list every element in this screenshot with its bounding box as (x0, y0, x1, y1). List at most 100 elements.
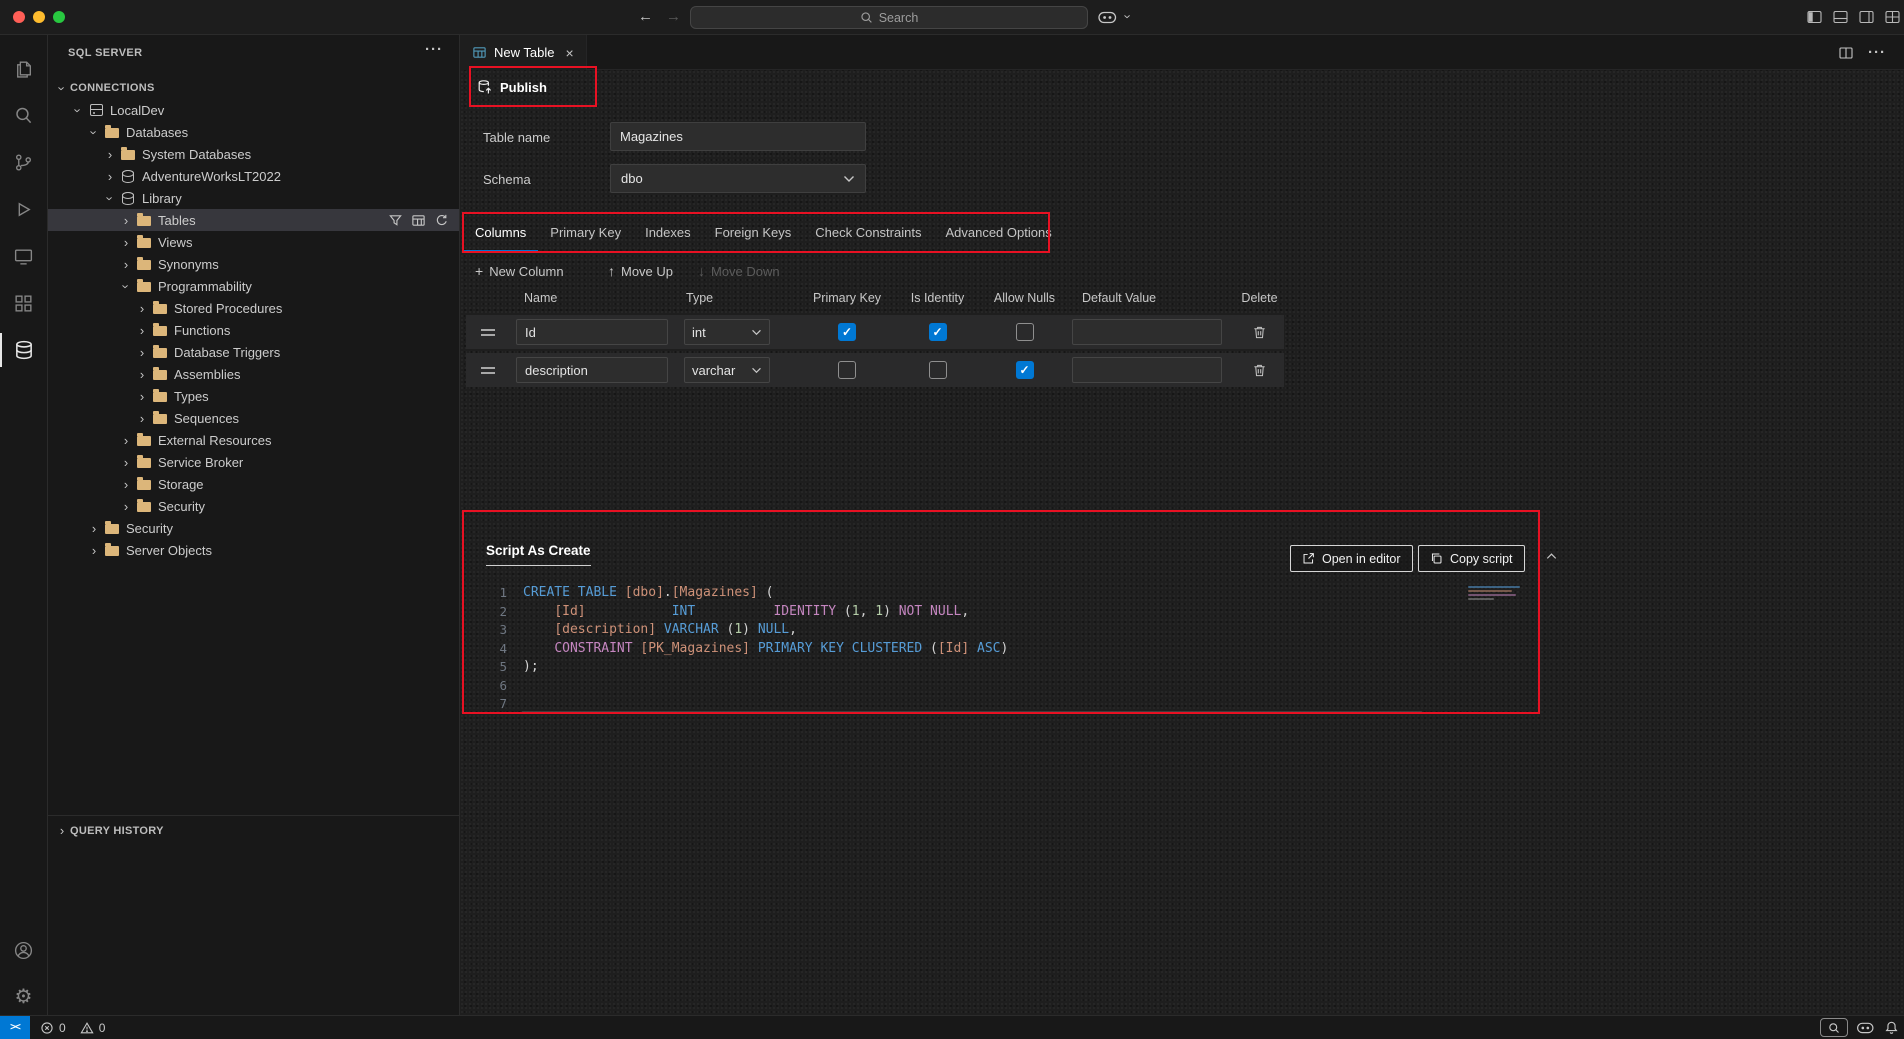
tree-item-security-db[interactable]: › Security (48, 495, 459, 517)
customize-layout-icon[interactable] (1884, 9, 1901, 25)
minimize-window-button[interactable] (33, 11, 45, 23)
sql-server-view-icon[interactable] (0, 330, 47, 370)
tree-item-library[interactable]: › Library (48, 187, 459, 209)
schema-dropdown[interactable]: dbo (610, 164, 866, 193)
tab-columns[interactable]: Columns (463, 215, 538, 252)
is-identity-checkbox[interactable]: ✓ (929, 361, 947, 379)
toggle-primary-sidebar-icon[interactable] (1806, 9, 1823, 25)
forward-icon[interactable]: → (666, 7, 681, 27)
minimap[interactable] (1468, 586, 1520, 600)
chevron-right-icon: › (134, 389, 150, 404)
tree-item-external-resources[interactable]: › External Resources (48, 429, 459, 451)
code-area[interactable]: 1CREATE TABLE [dbo].[Magazines] (2 [Id] … (485, 584, 1008, 714)
allow-nulls-checkbox[interactable]: ✓ (1016, 361, 1034, 379)
tree-item-adventureworks[interactable]: › AdventureWorksLT2022 (48, 165, 459, 187)
maximize-window-button[interactable] (53, 11, 65, 23)
tab-foreign-keys[interactable]: Foreign Keys (703, 215, 804, 252)
default-value-input[interactable] (1072, 357, 1222, 383)
allow-nulls-checkbox[interactable]: ✓ (1016, 323, 1034, 341)
chevron-up-icon[interactable] (1544, 549, 1559, 564)
tab-new-table[interactable]: New Table × (460, 35, 587, 70)
remote-indicator[interactable]: >< (0, 1016, 30, 1039)
tab-advanced-options[interactable]: Advanced Options (933, 215, 1063, 252)
tree-item-types[interactable]: › Types (48, 385, 459, 407)
notifications-button[interactable] (1884, 1016, 1899, 1039)
copy-script-button[interactable]: Copy script (1418, 545, 1525, 572)
run-debug-icon[interactable] (0, 189, 47, 229)
chevron-right-icon: › (102, 147, 118, 162)
tree-item-storage[interactable]: › Storage (48, 473, 459, 495)
tree-item-programmability[interactable]: › Programmability (48, 275, 459, 297)
copilot-icon (1098, 10, 1117, 24)
tree-item-functions[interactable]: › Functions (48, 319, 459, 341)
chevron-right-icon: › (134, 345, 150, 360)
tree-item-database-triggers[interactable]: › Database Triggers (48, 341, 459, 363)
open-in-editor-button[interactable]: Open in editor (1290, 545, 1413, 572)
tab-indexes[interactable]: Indexes (633, 215, 703, 252)
settings-gear-icon[interactable]: ⚙ (0, 977, 47, 1017)
new-table-icon[interactable] (411, 213, 426, 228)
check-icon: ✓ (842, 325, 852, 339)
toggle-secondary-sidebar-icon[interactable] (1858, 9, 1875, 25)
tree-item-service-broker[interactable]: › Service Broker (48, 451, 459, 473)
database-icon (120, 168, 136, 184)
primary-key-checkbox[interactable]: ✓ (838, 361, 856, 379)
tree-item-security-server[interactable]: › Security (48, 517, 459, 539)
move-up-button[interactable]: ↑ Move Up (608, 259, 673, 283)
close-tab-icon[interactable]: × (565, 45, 573, 61)
copilot-menu[interactable]: › (1098, 9, 1136, 24)
filter-icon[interactable] (388, 213, 403, 228)
tree-item-tables[interactable]: › Tables (48, 209, 459, 231)
tree-item-synonyms[interactable]: › Synonyms (48, 253, 459, 275)
drag-handle[interactable] (466, 367, 510, 374)
script-as-create-tab[interactable]: Script As Create (486, 543, 591, 566)
tree-item-connections[interactable]: › CONNECTIONS (48, 77, 459, 99)
tree-item-assemblies[interactable]: › Assemblies (48, 363, 459, 385)
move-down-button[interactable]: ↓ Move Down (698, 259, 780, 283)
remote-explorer-icon[interactable] (0, 236, 47, 276)
tree-item-server-objects[interactable]: › Server Objects (48, 539, 459, 561)
publish-button[interactable]: Publish (477, 74, 547, 100)
close-window-button[interactable] (13, 11, 25, 23)
chevron-down-icon: › (1121, 9, 1136, 25)
back-icon[interactable]: ← (638, 7, 653, 27)
refresh-icon[interactable] (434, 213, 449, 228)
explorer-icon[interactable] (0, 48, 47, 88)
query-history-section[interactable]: › QUERY HISTORY (48, 815, 459, 845)
delete-row-button[interactable] (1235, 363, 1284, 378)
tab-check-constraints[interactable]: Check Constraints (803, 215, 933, 252)
check-icon: ✓ (1019, 363, 1029, 377)
split-editor-icon[interactable] (1838, 45, 1854, 61)
column-type-dropdown[interactable]: int (684, 319, 770, 345)
default-value-input[interactable] (1072, 319, 1222, 345)
source-control-icon[interactable] (0, 142, 47, 182)
check-icon: ✓ (932, 325, 942, 339)
tree-item-stored-procedures[interactable]: › Stored Procedures (48, 297, 459, 319)
account-icon[interactable] (0, 930, 47, 970)
problems-status[interactable]: 0 0 (40, 1016, 105, 1039)
sidebar-more-actions-icon[interactable]: ··· (425, 41, 443, 58)
publish-icon (477, 79, 493, 95)
zoom-status-button[interactable] (1820, 1016, 1848, 1039)
table-name-input[interactable] (610, 122, 866, 151)
tree-item-system-databases[interactable]: › System Databases (48, 143, 459, 165)
column-name-input[interactable] (516, 357, 668, 383)
tree-item-sequences[interactable]: › Sequences (48, 407, 459, 429)
tree-item-databases[interactable]: › Databases (48, 121, 459, 143)
search-view-icon[interactable] (0, 95, 47, 135)
primary-key-checkbox[interactable]: ✓ (838, 323, 856, 341)
column-type-dropdown[interactable]: varchar (684, 357, 770, 383)
drag-handle[interactable] (466, 329, 510, 336)
is-identity-checkbox[interactable]: ✓ (929, 323, 947, 341)
column-name-input[interactable] (516, 319, 668, 345)
more-actions-icon[interactable]: ··· (1868, 44, 1886, 61)
tree-item-localdev[interactable]: › LocalDev (48, 99, 459, 121)
tab-primary-key[interactable]: Primary Key (538, 215, 633, 252)
delete-row-button[interactable] (1235, 325, 1284, 340)
toggle-panel-icon[interactable] (1832, 9, 1849, 25)
command-center-search[interactable]: Search (690, 6, 1088, 29)
copilot-status-button[interactable] (1856, 1016, 1875, 1039)
new-column-button[interactable]: + New Column (475, 259, 564, 283)
extensions-icon[interactable] (0, 283, 47, 323)
tree-item-views[interactable]: › Views (48, 231, 459, 253)
